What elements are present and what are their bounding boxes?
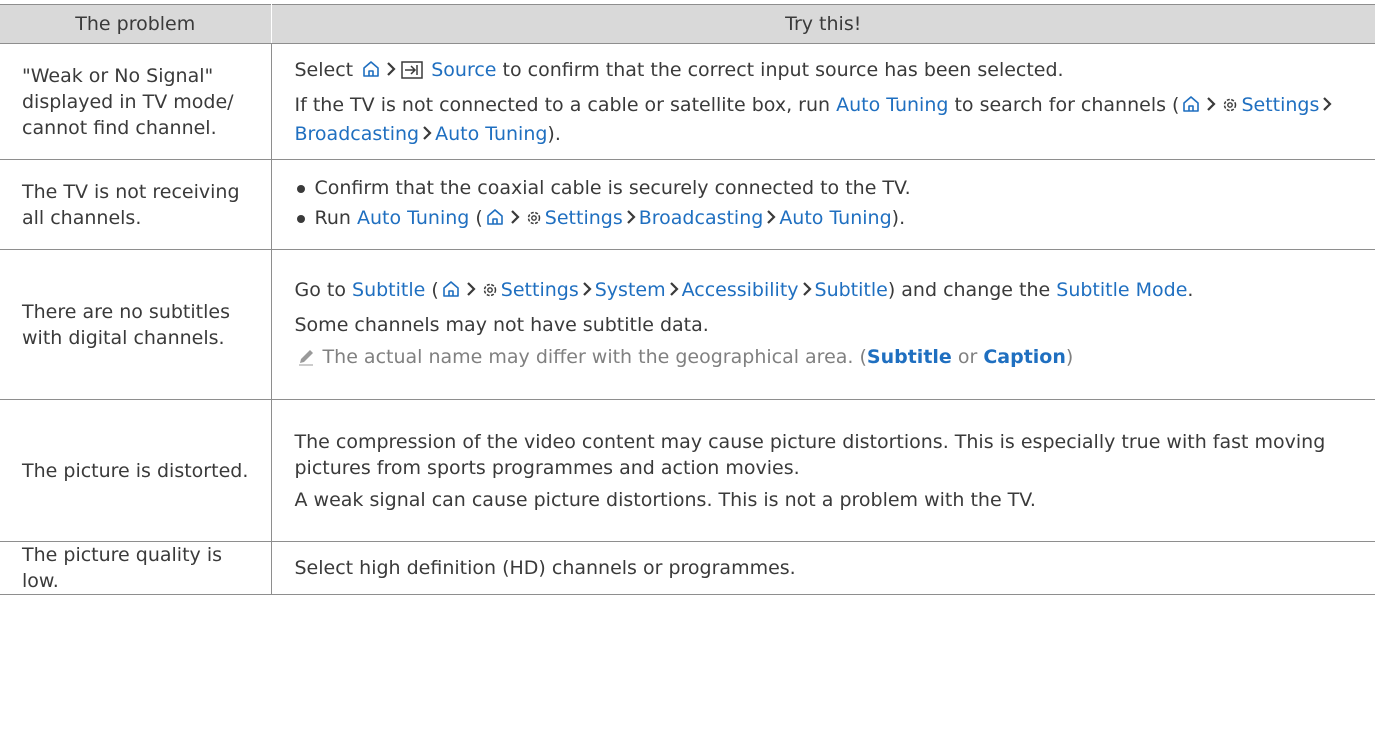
chevron-right-icon [1322, 92, 1332, 118]
source-link[interactable]: Source [431, 59, 496, 81]
solution-paragraph: If the TV is not connected to a cable or… [295, 92, 1362, 147]
broadcasting-link[interactable]: Broadcasting [639, 207, 764, 229]
chevron-right-icon [626, 205, 636, 231]
solution-cell: Go to Subtitle (Settings System Accessibil… [271, 249, 1375, 400]
pencil-icon [297, 347, 315, 373]
table-row: "Weak or No Signal" displayed in TV mode… [0, 43, 1375, 160]
solution-paragraph: A weak signal can cause picture distorti… [294, 488, 1036, 511]
troubleshooting-table: The problem Try this! "Weak or No Signal… [0, 4, 1375, 595]
chevron-right-icon [386, 57, 396, 83]
home-icon [485, 207, 505, 234]
problem-cell: "Weak or No Signal" displayed in TV mode… [0, 43, 272, 160]
list-item: Confirm that the coaxial cable is secure… [295, 175, 1362, 201]
solution-paragraph: Select high definition (HD) channels or … [294, 557, 796, 579]
gear-icon [1221, 95, 1239, 121]
auto-tuning-link[interactable]: Auto Tuning [357, 207, 469, 229]
chevron-right-icon [510, 205, 520, 231]
chevron-right-icon [802, 277, 812, 303]
problem-cell: The TV is not receiving all channels. [0, 159, 272, 250]
auto-tuning-link[interactable]: Auto Tuning [435, 123, 547, 145]
table-row: The TV is not receiving all channels. Co… [0, 159, 1375, 250]
chevron-right-icon [1206, 92, 1217, 118]
list-item: Run Auto Tuning (Settings Broadcasting Aut… [295, 205, 1362, 234]
auto-tuning-link[interactable]: Auto Tuning [836, 94, 948, 116]
column-header-try-this: Try this! [271, 4, 1375, 44]
problem-cell: There are no subtitles with digital chan… [0, 249, 272, 400]
bullet-icon [296, 215, 305, 223]
caption-link[interactable]: Caption [983, 346, 1066, 368]
solution-cell: Select high definition (HD) channels or … [271, 541, 1375, 595]
chevron-right-icon [669, 277, 679, 303]
table-header-row: The problem Try this! [0, 4, 1375, 44]
auto-tuning-link[interactable]: Auto Tuning [779, 207, 891, 229]
solution-cell: Select Source to confirm that the correc… [271, 43, 1375, 160]
bullet-list: Confirm that the coaxial cable is secure… [295, 175, 1362, 234]
note-paragraph: The actual name may differ with the geog… [295, 344, 1362, 373]
solution-paragraph: Select Source to confirm that the correc… [295, 57, 1362, 86]
solution-paragraph: Some channels may not have subtitle data… [294, 313, 709, 336]
subtitle-link[interactable]: Subtitle [352, 279, 425, 301]
system-link[interactable]: System [595, 279, 666, 301]
solution-cell: Confirm that the coaxial cable is secure… [271, 159, 1375, 250]
gear-icon [525, 208, 543, 234]
home-icon [361, 59, 381, 86]
settings-link[interactable]: Settings [545, 207, 623, 229]
settings-link[interactable]: Settings [1241, 94, 1319, 116]
column-header-problem: The problem [0, 4, 272, 44]
chevron-right-icon [422, 121, 432, 147]
solution-paragraph: Go to Subtitle (Settings System Accessibil… [295, 277, 1362, 306]
home-icon [441, 279, 461, 306]
accessibility-link[interactable]: Accessibility [682, 279, 799, 301]
problem-cell: The picture is distorted. [0, 399, 272, 542]
subtitle-link[interactable]: Subtitle [867, 346, 952, 368]
table-row: The picture is distorted. The compressio… [0, 399, 1375, 542]
chevron-right-icon [766, 205, 776, 231]
solution-cell: The compression of the video content may… [271, 399, 1375, 542]
table-row: There are no subtitles with digital chan… [0, 249, 1375, 400]
chevron-right-icon [466, 277, 476, 303]
home-icon [1181, 94, 1201, 121]
chevron-right-icon [582, 277, 592, 303]
solution-paragraph: The compression of the video content may… [294, 430, 1326, 479]
settings-link[interactable]: Settings [501, 279, 579, 301]
problem-cell: The picture quality is low. [0, 541, 272, 595]
gear-icon [481, 280, 499, 306]
source-icon [401, 60, 423, 86]
broadcasting-link[interactable]: Broadcasting [295, 123, 420, 145]
bullet-icon [296, 185, 305, 193]
table-row: The picture quality is low. Select high … [0, 541, 1375, 595]
subtitle-link[interactable]: Subtitle [815, 279, 888, 301]
subtitle-mode-link[interactable]: Subtitle Mode [1056, 279, 1187, 301]
